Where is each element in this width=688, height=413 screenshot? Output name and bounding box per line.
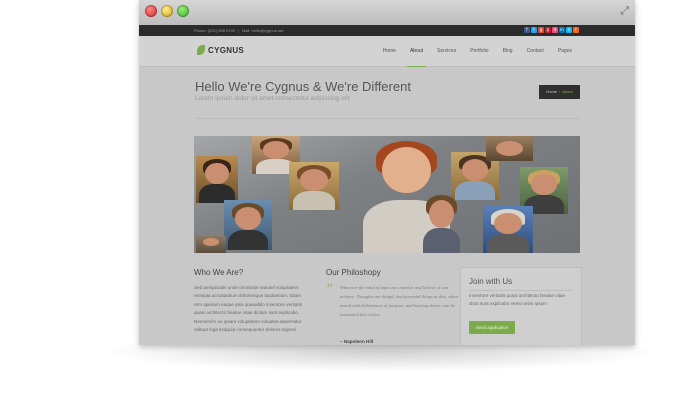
nav-item-services[interactable]: Services	[430, 36, 463, 66]
breadcrumb-home[interactable]: Home	[546, 89, 557, 94]
join-with-us-box: Join with Us Inventore veritatis quasi a…	[460, 267, 582, 345]
breadcrumb-current: About	[562, 89, 573, 94]
vimeo-icon[interactable]: v	[566, 27, 572, 33]
send-application-button[interactable]: Send application	[469, 321, 515, 334]
nav-item-home[interactable]: Home	[376, 36, 403, 66]
philosophy-quote: Whatever the mind of man can conceive an…	[340, 285, 458, 317]
breadcrumb: Home / About	[539, 85, 580, 99]
portrait-tile	[483, 206, 533, 253]
nav-item-about[interactable]: About	[403, 36, 430, 67]
main-menu: Home About Services Portfolio Blog Contact Pag…	[376, 36, 579, 67]
philosophy-title: Our Philoshopy	[326, 268, 381, 277]
who-we-are-text: Sed perspiciatis unde omnisiste natusel …	[194, 284, 322, 334]
window-titlebar: ⤢	[139, 0, 635, 25]
brand-name: CYGNUS	[208, 45, 245, 55]
portrait-tile	[289, 162, 339, 210]
portrait-tile	[419, 191, 464, 253]
page-title: Hello We're Cygnus & We're Different	[195, 79, 411, 94]
nav-item-blog[interactable]: Blog	[496, 36, 520, 66]
breadcrumb-separator: /	[559, 89, 561, 94]
portrait-tile	[196, 156, 238, 203]
zoom-window-button[interactable]	[177, 5, 189, 17]
who-we-are-line: rem aperiam eaque ipsa quaeabilo invento…	[194, 301, 303, 307]
contact-separator: |	[237, 28, 239, 33]
contact-info: Phone: (021) 555 0199 | Mail: hello@cygnus…	[194, 26, 283, 35]
join-text: Inventore veritatis quasi architecto bea…	[469, 293, 566, 307]
nav-item-portfolio[interactable]: Portfolio	[463, 36, 495, 66]
who-we-are-title: Who We Are?	[194, 268, 244, 277]
header-divider	[195, 118, 580, 119]
leaf-logo-icon	[197, 45, 205, 55]
hero-image	[194, 136, 580, 253]
rss-icon[interactable]: r	[573, 27, 579, 33]
who-we-are-line: Nemoenim eu ipsam voluptatem voluptas as…	[194, 318, 302, 324]
who-we-are-line: oditaut fugit sedquia consequuntur dolor…	[194, 327, 296, 333]
email-link[interactable]: Mail: hello@cygnus.net	[242, 28, 283, 33]
quote-author: – Napoleon Hill	[340, 339, 374, 344]
twitter-icon[interactable]: t	[531, 27, 537, 33]
close-window-button[interactable]	[145, 5, 157, 17]
nav-item-contact[interactable]: Contact	[520, 36, 551, 66]
nav-item-pages[interactable]: Pages	[551, 36, 579, 66]
linkedin-icon[interactable]: in	[559, 27, 565, 33]
minimize-window-button[interactable]	[161, 5, 173, 17]
page-subtitle: Lorem ipsum dolor sit amet consectetur a…	[195, 95, 350, 102]
dribbble-icon[interactable]: d	[552, 27, 558, 33]
who-we-are-line: quasi architecto beatae vitae dictam sun…	[194, 310, 300, 316]
browser-window: ⤢ Phone: (021) 555 0199 | Mail: hello@cygn…	[139, 0, 635, 345]
social-icons: f t g p d in v r	[524, 27, 579, 33]
join-title: Join with Us	[469, 277, 513, 286]
site-logo[interactable]: CYGNUS	[197, 45, 244, 55]
who-we-are-line: remquia accusantium doloremque laudantiu…	[194, 293, 301, 299]
pinterest-icon[interactable]: p	[545, 27, 551, 33]
top-info-bar: Phone: (021) 555 0199 | Mail: hello@cygnus…	[139, 25, 635, 36]
quote-icon: “	[326, 282, 334, 298]
google-plus-icon[interactable]: g	[538, 27, 544, 33]
phone-text: Phone: (021) 555 0199	[194, 28, 235, 33]
facebook-icon[interactable]: f	[524, 27, 530, 33]
portrait-tile	[486, 136, 533, 161]
fullscreen-icon[interactable]: ⤢	[620, 4, 629, 18]
portrait-tile	[224, 200, 272, 250]
main-navbar: CYGNUS Home About Services Portfolio Blog Con…	[139, 36, 635, 67]
who-we-are-line: Sed perspiciatis unde omnisiste natusel …	[194, 285, 299, 290]
join-divider	[469, 290, 573, 291]
portrait-tile	[196, 236, 226, 253]
